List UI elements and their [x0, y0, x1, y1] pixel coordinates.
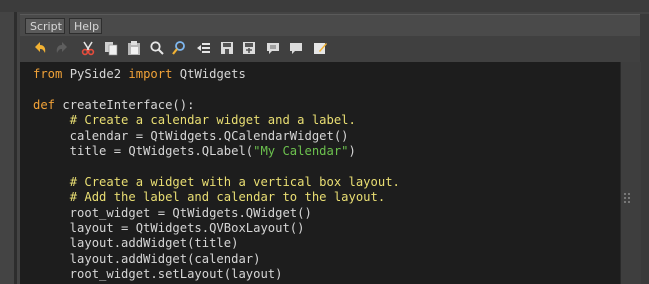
keyword-token: import [128, 67, 173, 81]
code-token: title = QtWidgets.QLabel( [33, 143, 254, 158]
vertical-scrollbar[interactable] [620, 62, 641, 284]
code-line[interactable]: from PySide2 import QtWidgets [33, 67, 400, 82]
copy-icon[interactable] [103, 40, 119, 56]
code-line[interactable]: title = QtWidgets.QLabel("My Calendar") [33, 144, 400, 159]
code-line[interactable]: layout = QtWidgets.QVBoxLayout() [33, 221, 400, 236]
code-token: QtWidgets [172, 67, 246, 81]
code-line[interactable] [33, 159, 400, 174]
script-toolbar [20, 36, 640, 62]
cut-icon[interactable] [80, 40, 96, 56]
code-line[interactable]: root_widget = QtWidgets.QWidget() [33, 206, 400, 221]
keyword-token: def [33, 97, 56, 112]
code-line[interactable]: # Add the label and calendar to the layo… [33, 190, 400, 205]
save-icon[interactable] [219, 40, 235, 56]
code-token: calendar = QtWidgets.QCalendarWidget() [33, 128, 349, 143]
code-token: ) [348, 143, 356, 158]
menu-help[interactable]: Help [69, 18, 102, 34]
paste-icon[interactable] [126, 40, 142, 56]
find-icon[interactable] [149, 40, 165, 56]
code-line[interactable]: # Create a widget with a vertical box la… [33, 175, 400, 190]
undo-icon[interactable] [32, 40, 48, 56]
right-border [640, 14, 649, 284]
code-token: root_widget = QtWidgets.QWidget() [33, 205, 312, 220]
menu-script[interactable]: Script [25, 18, 65, 34]
uncomment-icon[interactable] [288, 40, 304, 56]
replace-icon[interactable] [171, 40, 187, 56]
code-token: layout = QtWidgets.QVBoxLayout() [33, 220, 305, 235]
code-line[interactable]: layout.addWidget(title) [33, 236, 400, 251]
comment-icon[interactable] [265, 40, 281, 56]
scroll-grip-icon[interactable] [624, 190, 632, 203]
code-line[interactable]: layout.addWidget(calendar) [33, 252, 400, 267]
code-line[interactable] [33, 82, 400, 97]
code-token: createInterface(): [55, 97, 195, 112]
code-token: layout.addWidget(title) [33, 236, 239, 251]
comment-token: # Create a widget with a vertical box la… [69, 174, 400, 189]
code-line[interactable]: def createInterface(): [33, 98, 400, 113]
code-editor[interactable]: from PySide2 import QtWidgets def create… [20, 62, 620, 284]
code-line[interactable]: # Create a calendar widget and a label. [33, 113, 400, 128]
window-top-strip [0, 0, 649, 12]
code-line[interactable]: root_widget.setLayout(layout) [33, 267, 400, 282]
edit-icon[interactable] [312, 40, 328, 56]
code-text[interactable]: from PySide2 import QtWidgets def create… [33, 67, 400, 282]
save-as-icon[interactable] [241, 40, 257, 56]
code-token: PySide2 [62, 67, 129, 81]
menu-bar: Script Help [20, 14, 640, 37]
comment-token: # Create a calendar widget and a label. [69, 113, 356, 128]
keyword-token: from [33, 67, 63, 81]
code-token: layout.addWidget(calendar) [33, 251, 261, 266]
comment-token: # Add the label and calendar to the layo… [69, 190, 386, 205]
left-border [14, 12, 17, 284]
indent-icon[interactable] [195, 40, 211, 56]
code-line[interactable]: calendar = QtWidgets.QCalendarWidget() [33, 129, 400, 144]
redo-icon[interactable] [54, 40, 70, 56]
string-token: "My Calendar" [253, 143, 349, 158]
code-token: root_widget.setLayout(layout) [33, 267, 283, 282]
